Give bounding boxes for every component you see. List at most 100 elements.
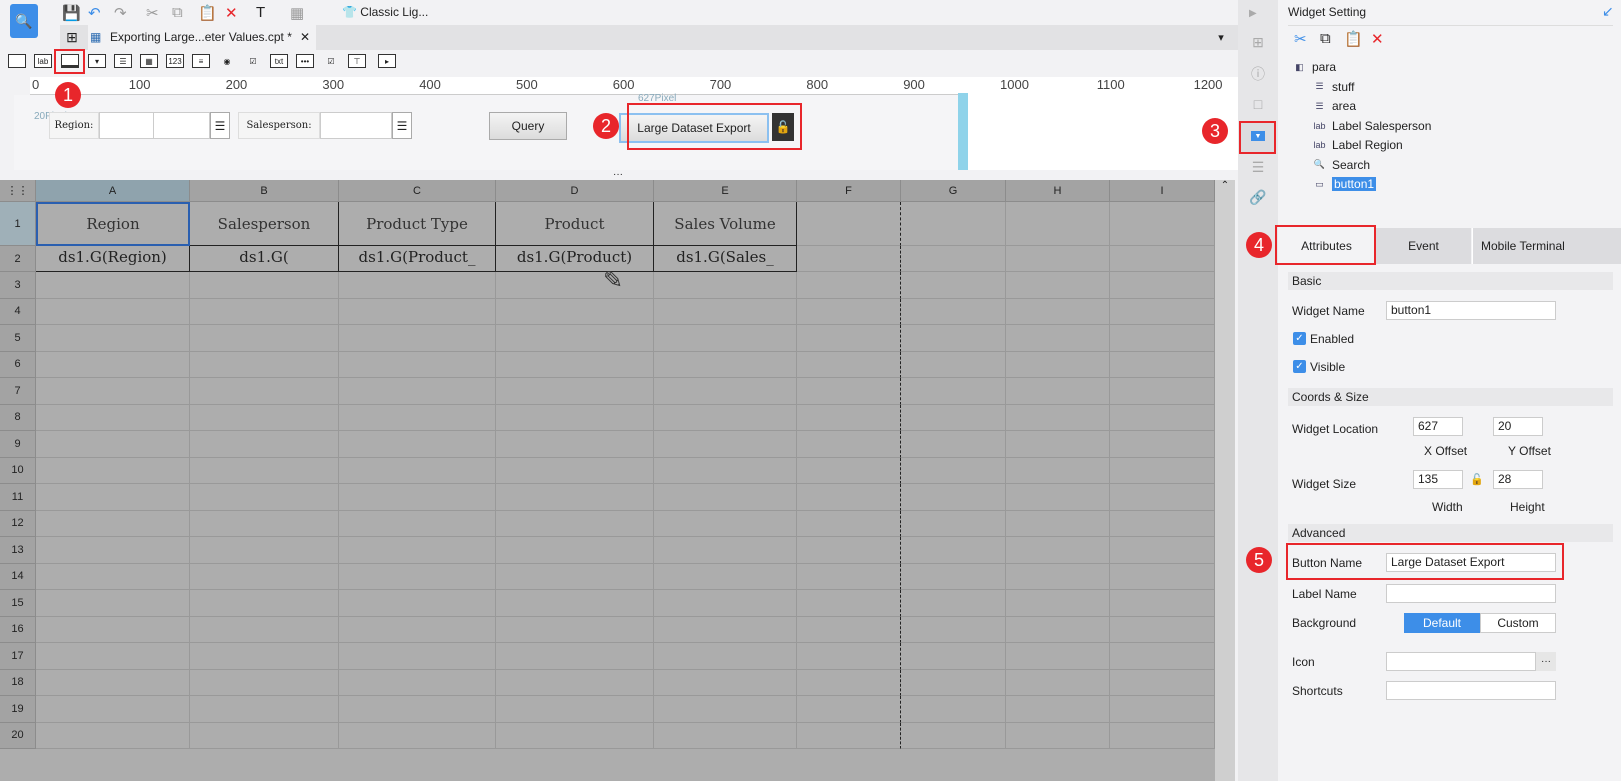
shortcuts-input[interactable] bbox=[1386, 681, 1556, 700]
grid-cell[interactable] bbox=[496, 404, 654, 431]
grid-cell[interactable] bbox=[1006, 351, 1110, 378]
grid-cell[interactable] bbox=[190, 616, 339, 643]
grid-cell[interactable] bbox=[190, 510, 339, 537]
grid-cell[interactable] bbox=[797, 537, 901, 564]
grid-cell[interactable] bbox=[1006, 484, 1110, 511]
grid-cell[interactable] bbox=[496, 590, 654, 617]
grid-cell[interactable] bbox=[797, 431, 901, 458]
grid-cell[interactable] bbox=[36, 537, 190, 564]
widget-checkbox-group-icon[interactable]: ☑ bbox=[244, 54, 262, 68]
grid-cell[interactable] bbox=[339, 590, 496, 617]
grid-cell[interactable] bbox=[901, 202, 1006, 246]
grid-cell[interactable] bbox=[901, 246, 1006, 272]
grid-cell[interactable] bbox=[496, 484, 654, 511]
formula-cell[interactable]: ds1.G(Product) bbox=[496, 246, 654, 272]
grid-cell[interactable] bbox=[1110, 404, 1215, 431]
tree-item-label-salesperson[interactable]: lab Label Salesperson bbox=[1312, 119, 1431, 133]
row-header-19[interactable]: 19 bbox=[0, 696, 36, 723]
lock-ratio-icon[interactable]: 🔓 bbox=[1470, 473, 1484, 486]
grid-cell[interactable] bbox=[339, 510, 496, 537]
column-header-E[interactable]: E bbox=[654, 180, 797, 202]
grid-cell[interactable] bbox=[1006, 325, 1110, 352]
grid-cell[interactable] bbox=[36, 272, 190, 299]
grid-cell[interactable] bbox=[654, 696, 797, 723]
grid-cell[interactable] bbox=[339, 298, 496, 325]
grid-cell[interactable] bbox=[1110, 431, 1215, 458]
column-header-A[interactable]: A bbox=[36, 180, 190, 202]
text-search-icon[interactable]: T bbox=[256, 4, 265, 21]
grid-cell[interactable] bbox=[339, 457, 496, 484]
grid-cell[interactable] bbox=[1006, 722, 1110, 749]
grid-cell[interactable] bbox=[190, 669, 339, 696]
grid-cell[interactable] bbox=[1110, 537, 1215, 564]
grid-cell[interactable] bbox=[901, 590, 1006, 617]
grid-cell[interactable] bbox=[901, 616, 1006, 643]
widget-checkbox-icon[interactable]: ☑ bbox=[322, 54, 340, 68]
grid-cell[interactable] bbox=[36, 431, 190, 458]
grid-cell[interactable] bbox=[654, 298, 797, 325]
float-element-icon[interactable]: □ bbox=[1246, 92, 1270, 116]
grid-cell[interactable] bbox=[339, 669, 496, 696]
grid-cell[interactable] bbox=[901, 431, 1006, 458]
grid-cell[interactable] bbox=[901, 563, 1006, 590]
dropdown-menu-icon[interactable]: ▾ bbox=[1212, 28, 1230, 46]
grid-cell[interactable] bbox=[1110, 669, 1215, 696]
section-basic[interactable]: Basic bbox=[1288, 272, 1613, 290]
column-header-D[interactable]: D bbox=[496, 180, 654, 202]
delete-icon[interactable]: ✕ bbox=[1371, 30, 1384, 48]
grid-cell[interactable] bbox=[654, 351, 797, 378]
grid-cell[interactable] bbox=[654, 378, 797, 405]
grid-cell[interactable] bbox=[901, 378, 1006, 405]
grid-cell[interactable] bbox=[1110, 298, 1215, 325]
column-header-F[interactable]: F bbox=[797, 180, 901, 202]
grid-cell[interactable] bbox=[1006, 246, 1110, 272]
grid-cell[interactable] bbox=[339, 378, 496, 405]
grid-cell[interactable] bbox=[496, 298, 654, 325]
grid-cell[interactable] bbox=[654, 404, 797, 431]
grid-cell[interactable] bbox=[797, 590, 901, 617]
grid-cell[interactable] bbox=[1110, 457, 1215, 484]
row-header-17[interactable]: 17 bbox=[0, 643, 36, 670]
grid-cell[interactable] bbox=[1110, 272, 1215, 299]
grid-cell[interactable] bbox=[36, 643, 190, 670]
collapse-arrow-icon[interactable]: ↙ bbox=[1602, 3, 1614, 20]
grid-cell[interactable] bbox=[797, 669, 901, 696]
condition-attribute-icon[interactable]: ☰ bbox=[1246, 155, 1270, 179]
row-header-6[interactable]: 6 bbox=[0, 351, 36, 378]
grid-cell[interactable] bbox=[190, 537, 339, 564]
hyperlink-icon[interactable]: 🔗 bbox=[1246, 185, 1270, 209]
row-header-1[interactable]: 1 bbox=[0, 202, 36, 246]
grid-cell[interactable] bbox=[797, 202, 901, 246]
grid-cell[interactable] bbox=[901, 537, 1006, 564]
grid-cell[interactable] bbox=[1006, 696, 1110, 723]
grid-cell[interactable] bbox=[1006, 457, 1110, 484]
grid-cell[interactable] bbox=[654, 457, 797, 484]
formula-cell[interactable]: ds1.G(Product_ bbox=[339, 246, 496, 272]
grid-cell[interactable] bbox=[339, 537, 496, 564]
grid-cell[interactable] bbox=[654, 563, 797, 590]
grid-cell[interactable] bbox=[36, 510, 190, 537]
header-cell[interactable]: Region bbox=[36, 202, 190, 246]
grid-cell[interactable] bbox=[36, 457, 190, 484]
grid-cell[interactable] bbox=[496, 722, 654, 749]
grid-cell[interactable] bbox=[36, 298, 190, 325]
vertical-scrollbar[interactable]: ⌃ bbox=[1215, 180, 1235, 781]
grid-cell[interactable] bbox=[190, 696, 339, 723]
label-name-input[interactable] bbox=[1386, 584, 1556, 603]
grid-cell[interactable] bbox=[36, 669, 190, 696]
grid-cell[interactable] bbox=[797, 404, 901, 431]
grid-cell[interactable] bbox=[36, 325, 190, 352]
widget-password-icon[interactable]: ••• bbox=[296, 54, 314, 68]
grid-cell[interactable] bbox=[339, 643, 496, 670]
column-header-I[interactable]: I bbox=[1110, 180, 1215, 202]
grid-cell[interactable] bbox=[1006, 431, 1110, 458]
select-all-corner[interactable]: ⋮⋮ bbox=[0, 180, 36, 202]
widget-more-icon[interactable]: ▸ bbox=[378, 54, 396, 68]
grid-cell[interactable] bbox=[496, 616, 654, 643]
grid-cell[interactable] bbox=[1006, 563, 1110, 590]
grid-cell[interactable] bbox=[797, 696, 901, 723]
grid-cell[interactable] bbox=[901, 404, 1006, 431]
grid-cell[interactable] bbox=[1110, 202, 1215, 246]
cut-icon[interactable]: ✂ bbox=[1294, 30, 1307, 48]
grid-cell[interactable] bbox=[654, 431, 797, 458]
